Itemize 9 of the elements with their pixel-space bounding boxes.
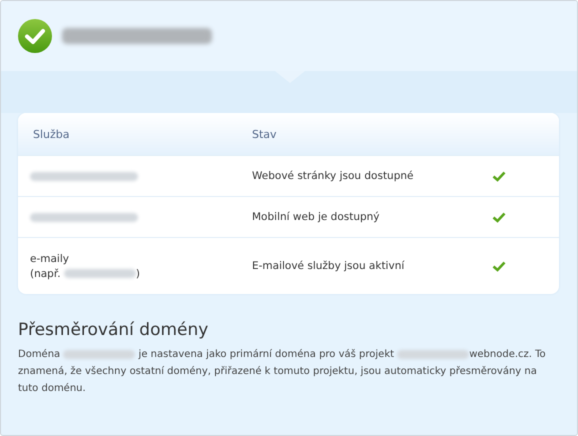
description-paragraph: Doména je nastavena jako primární doména pro váš projekt webnode.cz. To znamená, že všechny ostatní domény, přiřazené k tomuto projektu, jsou automaticky přesměrovány na tuto doménu.	[18, 348, 547, 396]
status-text: Mobilní web je dostupný	[252, 211, 381, 223]
column-header: Stav	[252, 128, 278, 140]
status-text: Webové stránky jsou dostupné	[252, 170, 414, 182]
service-name: (např. )	[30, 268, 141, 280]
column-header: Služba	[32, 128, 71, 140]
service-name: e-maily	[30, 252, 70, 264]
status-text: E-mailové služby jsou aktivní	[252, 260, 406, 272]
section-title: Přesměrování domény	[18, 320, 210, 340]
